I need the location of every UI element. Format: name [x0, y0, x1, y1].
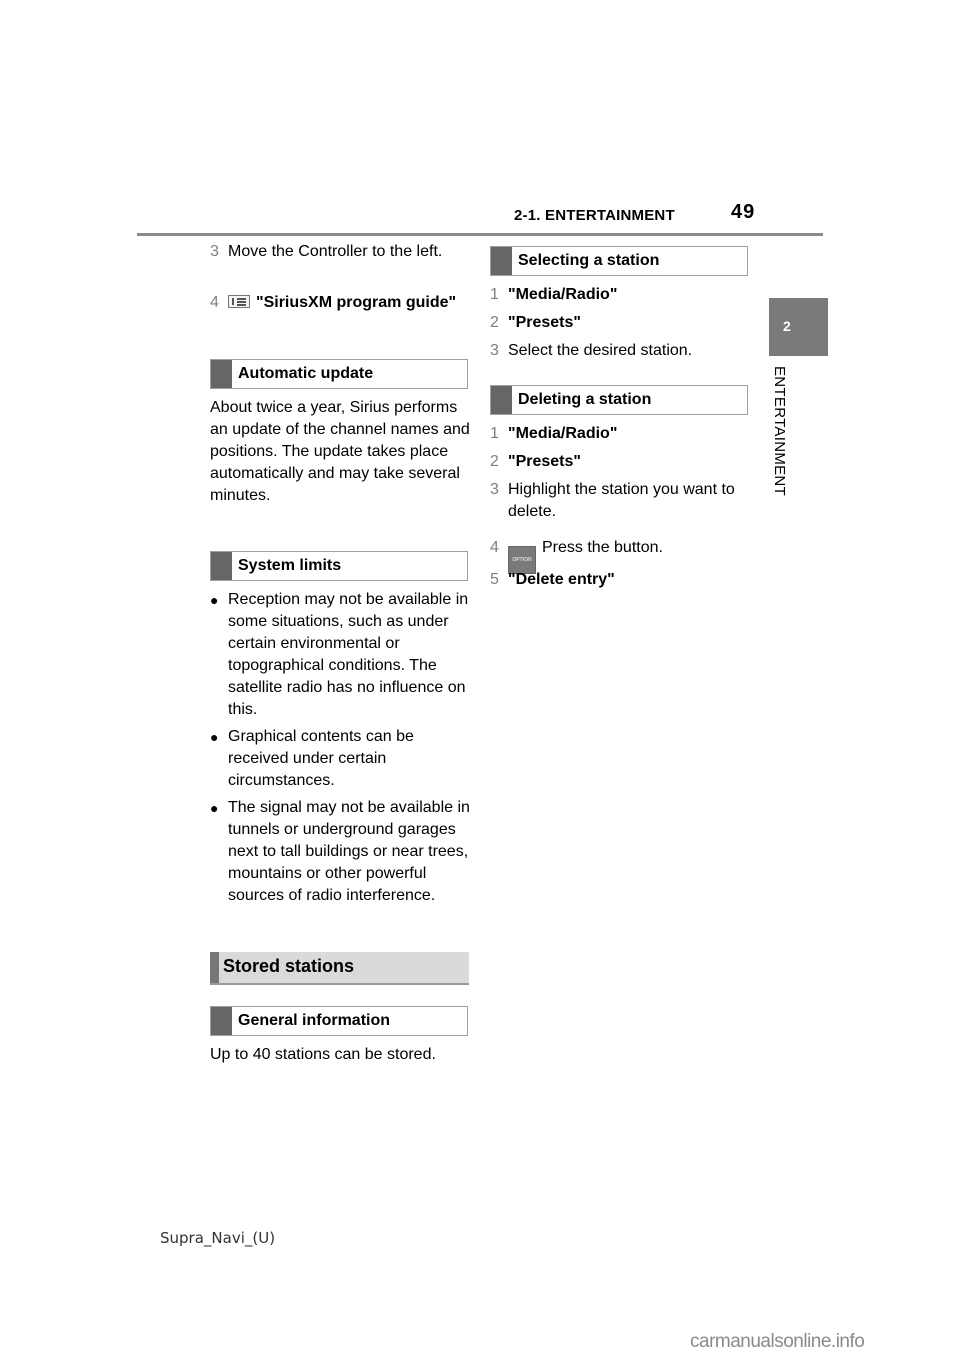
paragraph: Up to 40 stations can be stored. — [210, 1046, 436, 1063]
step-number: 2 — [490, 314, 499, 331]
step-text: Select the desired station. — [508, 342, 693, 359]
step-text: "Presets" — [508, 453, 581, 470]
bullet-icon: ● — [210, 800, 219, 816]
bullet-text: The signal may not be available in tunne… — [228, 799, 470, 904]
subheading-general-information: General information — [210, 1006, 468, 1036]
bullet-item: ● Graphical contents can be received und… — [210, 726, 472, 792]
bullet-item: ● Reception may not be available in some… — [210, 589, 472, 721]
subheading-deleting-station: Deleting a station — [490, 385, 748, 415]
step-number: 3 — [490, 342, 499, 359]
header-divider — [137, 233, 823, 236]
step-number: 3 — [210, 243, 219, 260]
chapter-number: 2 — [783, 318, 791, 334]
list-menu-icon — [228, 295, 250, 308]
page-number: 49 — [731, 201, 756, 223]
step-text: "Delete entry" — [508, 571, 615, 588]
subheading-label: Automatic update — [238, 365, 374, 382]
step-item: 2 "Presets" — [490, 451, 750, 473]
bullet-text: Reception may not be available in some s… — [228, 591, 469, 718]
heading-stored-stations: Stored stations — [210, 952, 469, 985]
subheading-automatic-update: Automatic update — [210, 359, 468, 389]
step-number: 4 — [210, 294, 219, 311]
bullet-text: Graphical contents can be received under… — [228, 728, 414, 789]
subheading-system-limits: System limits — [210, 551, 468, 581]
subheading-label: Deleting a station — [518, 391, 652, 408]
section-title: 2-1. ENTERTAINMENT — [514, 207, 675, 224]
subheading-selecting-station: Selecting a station — [490, 246, 748, 276]
heading-label: Stored stations — [223, 956, 355, 976]
step-item: 3 Highlight the station you want to dele… — [490, 479, 750, 523]
step-item: 3 Move the Controller to the left. — [210, 241, 470, 263]
step-text: "Presets" — [508, 314, 581, 331]
step-number: 1 — [490, 286, 499, 303]
step-number: 2 — [490, 453, 499, 470]
step-item: 1 "Media/Radio" — [490, 284, 750, 306]
step-number: 3 — [490, 481, 499, 498]
subheading-label: System limits — [238, 557, 342, 574]
step-text: "Media/Radio" — [508, 286, 618, 303]
subheading-label: Selecting a station — [518, 252, 660, 269]
step-text: Highlight the station you want to delete… — [508, 481, 735, 520]
step-text: Move the Controller to the left. — [228, 243, 443, 260]
step-number: 5 — [490, 571, 499, 588]
step-text: "SiriusXM program guide" — [256, 294, 457, 311]
bullet-item: ● The signal may not be available in tun… — [210, 797, 472, 907]
step-item: 1 "Media/Radio" — [490, 423, 750, 445]
chapter-tab: 2 — [769, 298, 828, 356]
subheading-label: General information — [238, 1012, 391, 1029]
chapter-label: ENTERTAINMENT — [771, 366, 788, 497]
paragraph: About twice a year, Sirius performs an u… — [210, 399, 470, 504]
step-number: 1 — [490, 425, 499, 442]
step-text: Press the button. — [542, 539, 663, 556]
document-id: Supra_Navi_(U) — [160, 1229, 276, 1247]
step-text: "Media/Radio" — [508, 425, 618, 442]
step-item: 4 "SiriusXM program guide" — [210, 292, 470, 314]
step-item: 2 "Presets" — [490, 312, 750, 334]
step-item: 3 Select the desired station. — [490, 340, 750, 362]
watermark: carmanualsonline.info — [690, 1331, 865, 1352]
bullet-icon: ● — [210, 592, 219, 608]
bullet-icon: ● — [210, 729, 219, 745]
step-item: 5 "Delete entry" — [490, 569, 750, 591]
